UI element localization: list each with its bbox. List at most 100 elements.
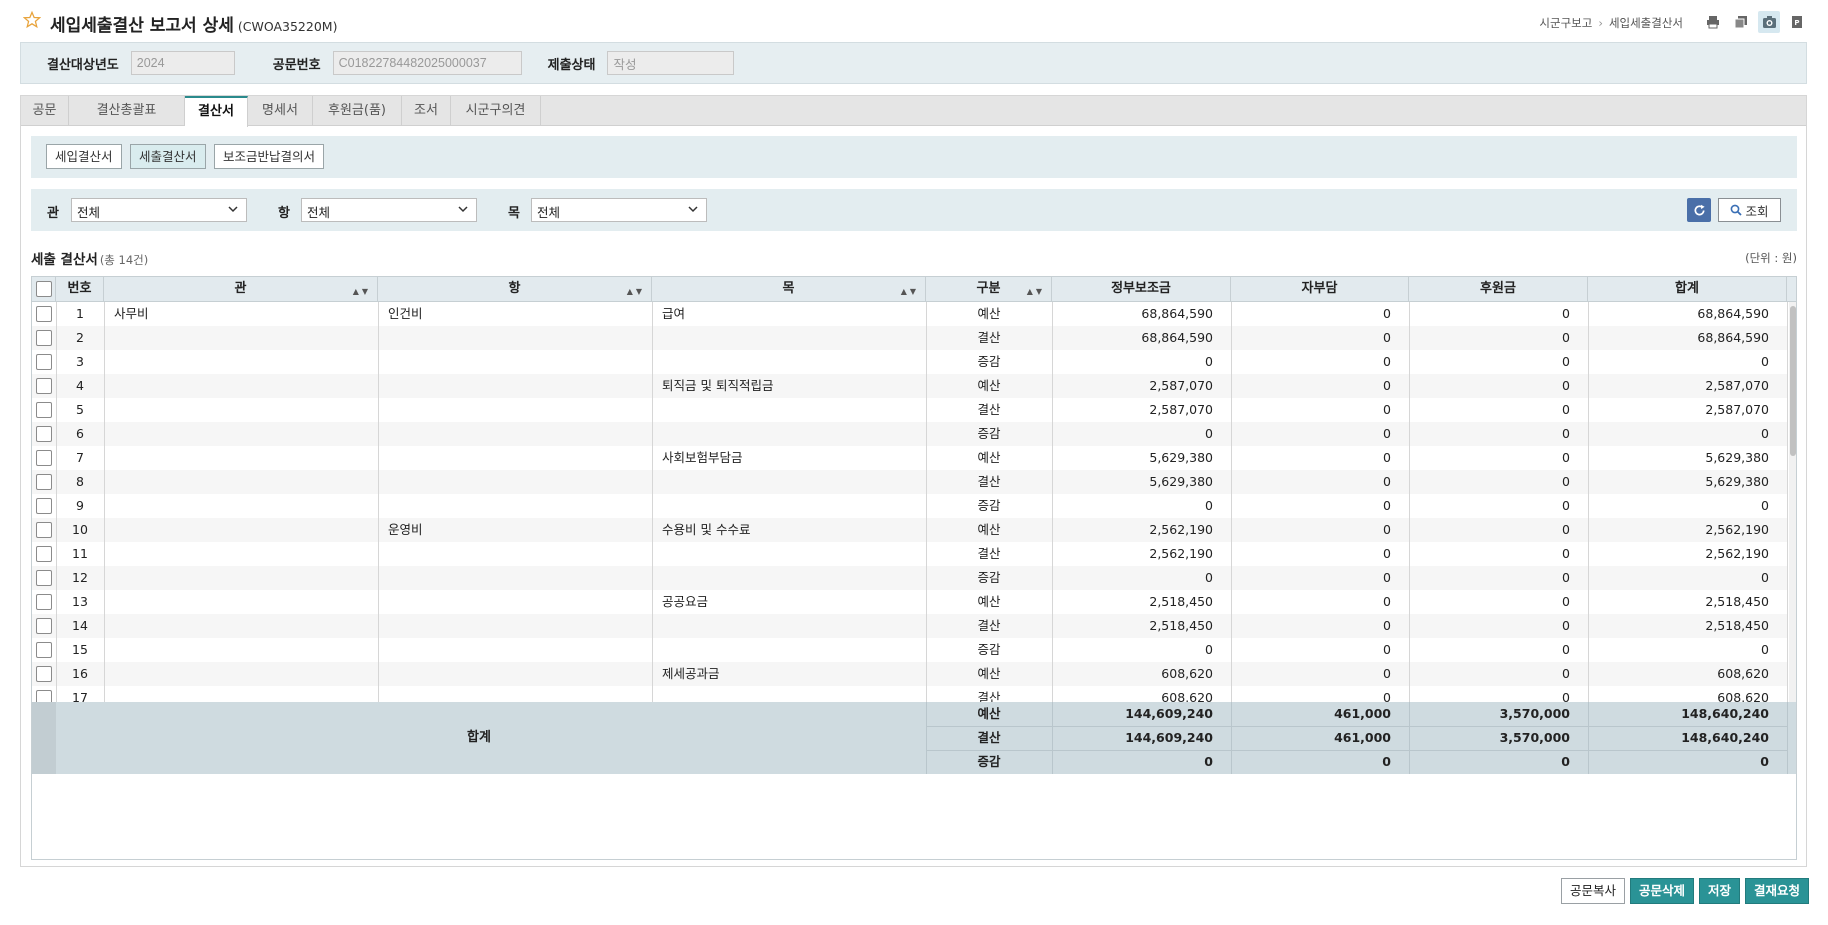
table-row[interactable]: 5 결산 2,587,070 0 0 2,587,070 (32, 398, 1787, 422)
header-no[interactable]: 번호 (56, 277, 104, 302)
cell-no: 12 (72, 570, 88, 585)
header-mok[interactable]: 목 ▲▼ (652, 277, 926, 302)
tab-statement[interactable]: 결산서 (185, 96, 248, 127)
cell-government-subsidy: 2,587,070 (1149, 378, 1213, 393)
row-checkbox[interactable] (36, 498, 52, 514)
row-checkbox[interactable] (36, 450, 52, 466)
table-row[interactable]: 17 결산 608,620 0 0 608,620 (32, 686, 1787, 702)
row-checkbox[interactable] (36, 642, 52, 658)
pdf-icon[interactable]: P (1786, 11, 1808, 33)
tab-summary[interactable]: 결산총괄표 (69, 96, 185, 126)
copy-document-button[interactable]: 공문복사 (1560, 878, 1625, 904)
table-row[interactable]: 2 결산 68,864,590 0 0 68,864,590 (32, 326, 1787, 350)
row-checkbox[interactable] (36, 690, 52, 702)
column-divider (652, 302, 653, 702)
camera-icon[interactable] (1758, 11, 1780, 33)
cell-mok: 공공요금 (662, 594, 709, 609)
header-gwan[interactable]: 관 ▲▼ (104, 277, 378, 302)
header-donation[interactable]: 후원금 (1409, 277, 1588, 302)
cell-gwan (104, 638, 378, 662)
cell-gwan (104, 614, 378, 638)
sort-filter-icon[interactable]: ▲▼ (1027, 280, 1045, 304)
tab-document[interactable]: 공문 (21, 96, 69, 126)
breadcrumb-item[interactable]: 시군구보고 (1539, 16, 1592, 30)
table-row[interactable]: 14 결산 2,518,450 0 0 2,518,450 (32, 614, 1787, 638)
header-self-burden[interactable]: 자부담 (1231, 277, 1409, 302)
row-checkbox[interactable] (36, 378, 52, 394)
breadcrumb-item[interactable]: 세입세출결산서 (1609, 16, 1683, 30)
row-checkbox[interactable] (36, 426, 52, 442)
approval-request-button[interactable]: 결재요청 (1744, 878, 1809, 904)
footer-row-divider (926, 726, 1787, 727)
cell-total: 2,518,450 (1705, 618, 1769, 633)
row-checkbox[interactable] (36, 330, 52, 346)
footer-government-subsidy: 144,609,240 (1125, 730, 1213, 745)
cell-no: 2 (76, 330, 84, 345)
expenditure-statement-button[interactable]: 세출결산서 (130, 144, 206, 169)
footer-self-burden: 461,000 (1334, 730, 1391, 745)
row-checkbox[interactable] (36, 474, 52, 490)
refresh-button[interactable] (1687, 198, 1711, 222)
filter-select-gwan[interactable]: 전체 (71, 198, 247, 222)
header-government-subsidy[interactable]: 정부보조금 (1052, 277, 1231, 302)
table-row[interactable]: 10 운영비 수용비 및 수수료 예산 2,562,190 0 0 2,562,190 (32, 518, 1787, 542)
table-row[interactable]: 3 증감 0 0 0 0 (32, 350, 1787, 374)
chevron-down-icon (688, 206, 698, 213)
column-divider (1231, 302, 1232, 702)
row-checkbox[interactable] (36, 570, 52, 586)
sort-filter-icon[interactable]: ▲▼ (901, 280, 919, 304)
cell-type: 증감 (977, 426, 1001, 441)
filter-select-mok[interactable]: 전체 (531, 198, 707, 222)
tab-details[interactable]: 명세서 (248, 96, 313, 126)
cell-no: 10 (72, 522, 88, 537)
table-row[interactable]: 6 증감 0 0 0 0 (32, 422, 1787, 446)
table-row[interactable]: 12 증감 0 0 0 0 (32, 566, 1787, 590)
cell-type: 예산 (977, 306, 1001, 321)
cell-hang (378, 638, 652, 662)
table-row[interactable]: 13 공공요금 예산 2,518,450 0 0 2,518,450 (32, 590, 1787, 614)
revenue-statement-button[interactable]: 세입결산서 (46, 144, 122, 169)
select-all-checkbox[interactable] (36, 281, 52, 297)
search-button[interactable]: 조회 (1718, 198, 1781, 222)
row-checkbox[interactable] (36, 402, 52, 418)
header-type[interactable]: 구분 ▲▼ (926, 277, 1052, 302)
filter-value-mok: 전체 (537, 205, 561, 220)
sort-filter-icon[interactable]: ▲▼ (353, 280, 371, 304)
header-hang[interactable]: 항 ▲▼ (378, 277, 652, 302)
table-row[interactable]: 16 제세공과금 예산 608,620 0 0 608,620 (32, 662, 1787, 686)
status-field (607, 51, 735, 75)
printer-icon[interactable] (1702, 11, 1724, 33)
row-checkbox[interactable] (36, 618, 52, 634)
scrollbar-thumb[interactable] (1790, 306, 1796, 456)
delete-document-button[interactable]: 공문삭제 (1629, 878, 1694, 904)
favorite-star-icon[interactable] (23, 11, 41, 29)
sort-filter-icon[interactable]: ▲▼ (627, 280, 645, 304)
save-button[interactable]: 저장 (1698, 878, 1740, 904)
cell-donation: 0 (1562, 354, 1570, 369)
footer-column-divider (926, 702, 927, 774)
subsidy-return-button[interactable]: 보조금반납결의서 (214, 144, 325, 169)
filter-select-hang[interactable]: 전체 (301, 198, 477, 222)
vertical-scrollbar[interactable] (1789, 302, 1796, 702)
row-checkbox[interactable] (36, 354, 52, 370)
tab-opinion[interactable]: 시군구의견 (451, 96, 541, 126)
table-row[interactable]: 4 퇴직금 및 퇴직적립금 예산 2,587,070 0 0 2,587,070 (32, 374, 1787, 398)
table-row[interactable]: 7 사회보험부담금 예산 5,629,380 0 0 5,629,380 (32, 446, 1787, 470)
copy-icon[interactable] (1730, 11, 1752, 33)
table-row[interactable]: 15 증감 0 0 0 0 (32, 638, 1787, 662)
cell-hang (378, 494, 652, 518)
row-checkbox[interactable] (36, 522, 52, 538)
row-checkbox[interactable] (36, 666, 52, 682)
table-row[interactable]: 8 결산 5,629,380 0 0 5,629,380 (32, 470, 1787, 494)
header-total[interactable]: 합계 (1588, 277, 1787, 302)
row-checkbox[interactable] (36, 594, 52, 610)
row-checkbox[interactable] (36, 306, 52, 322)
cell-hang (378, 542, 652, 566)
table-row[interactable]: 11 결산 2,562,190 0 0 2,562,190 (32, 542, 1787, 566)
row-checkbox[interactable] (36, 546, 52, 562)
table-row[interactable]: 1 사무비 인건비 급여 예산 68,864,590 0 0 68,864,590 (32, 302, 1787, 326)
cell-self-burden: 0 (1383, 642, 1391, 657)
table-row[interactable]: 9 증감 0 0 0 0 (32, 494, 1787, 518)
tab-donations[interactable]: 후원금(품) (313, 96, 402, 126)
tab-records[interactable]: 조서 (402, 96, 451, 126)
